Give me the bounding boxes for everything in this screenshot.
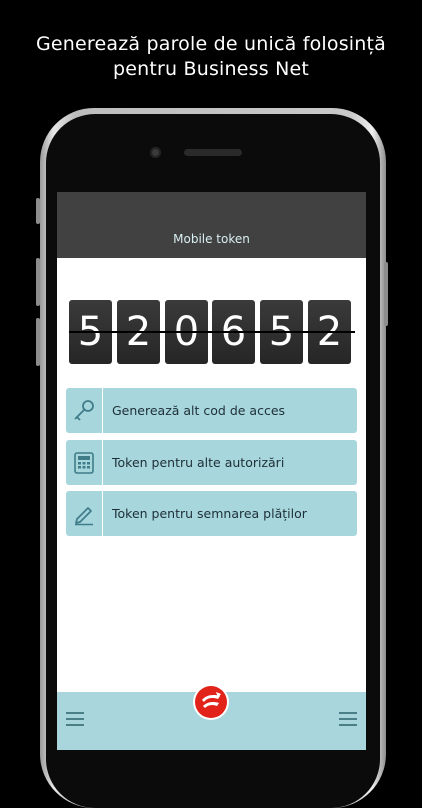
promo-headline-line2: pentru Business Net: [112, 58, 310, 80]
earpiece-speaker: [184, 149, 242, 156]
sign-payments-button[interactable]: Token pentru semnarea plăților: [66, 491, 357, 536]
unicredit-logo: [193, 684, 229, 720]
generate-code-label: Generează alt cod de acces: [112, 403, 286, 418]
promo-headline-line1: Generează parole de unică folosință: [35, 33, 387, 55]
top-bar: Mobile token: [57, 192, 366, 258]
generate-code-button[interactable]: Generează alt cod de acces: [66, 388, 357, 433]
pen-icon: [66, 491, 103, 536]
phone-volume-down: [36, 318, 40, 366]
app-screen: Mobile token 5 2 0 6 5 2 Generează alt c…: [57, 192, 366, 750]
digit-split-line: [69, 331, 355, 333]
phone-mute-switch: [36, 198, 40, 224]
menu-icon[interactable]: [339, 712, 357, 726]
promo-headline: Generează parole de unică folosință pent…: [0, 32, 422, 82]
token-code-display: 5 2 0 6 5 2: [69, 300, 355, 364]
menu-icon[interactable]: [66, 712, 84, 726]
key-icon: [66, 388, 103, 433]
calculator-icon: [66, 440, 103, 485]
front-camera: [150, 147, 161, 158]
other-authorizations-button[interactable]: Token pentru alte autorizări: [66, 440, 357, 485]
sign-payments-label: Token pentru semnarea plăților: [112, 506, 307, 521]
phone-volume-up: [36, 258, 40, 306]
bottom-bar: [57, 684, 366, 750]
page-title: Mobile token: [173, 232, 250, 246]
other-authorizations-label: Token pentru alte autorizări: [112, 455, 285, 470]
phone-power-button: [384, 262, 388, 326]
